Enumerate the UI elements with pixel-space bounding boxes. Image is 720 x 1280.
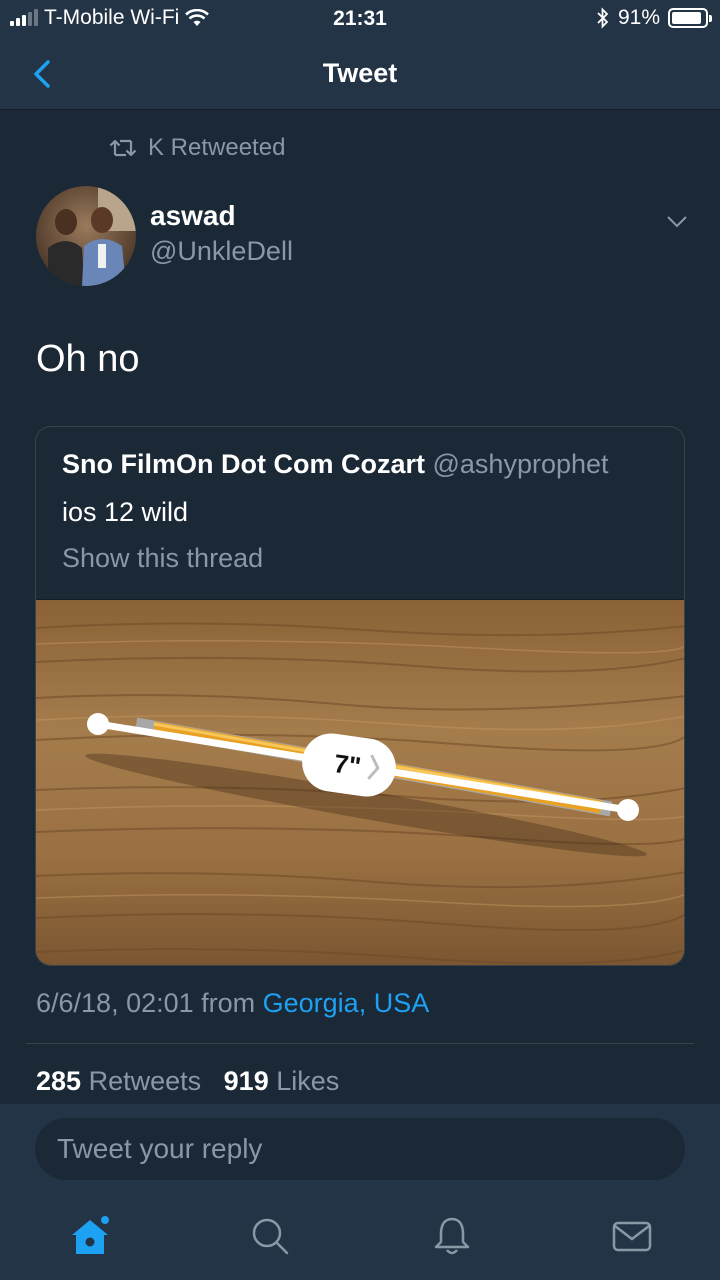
location-link[interactable]: Georgia, USA (263, 988, 430, 1018)
reply-box[interactable] (35, 1118, 685, 1180)
tweet-timestamp: 6/6/18, 02:01 from Georgia, USA (36, 988, 429, 1019)
mail-icon[interactable] (610, 1214, 654, 1258)
retweets-label: Retweets (88, 1066, 202, 1096)
quoted-media-image[interactable]: 7" (36, 599, 684, 965)
quoted-text: ios 12 wild (62, 497, 189, 527)
bell-icon[interactable] (430, 1214, 474, 1258)
nav-bar: Tweet (0, 40, 720, 110)
page-title: Tweet (322, 58, 398, 88)
show-thread-link[interactable]: Show this thread (62, 543, 263, 574)
retweets-count: 285 (36, 1066, 82, 1096)
battery-percent: 91% (617, 6, 660, 29)
home-icon[interactable] (68, 1214, 112, 1258)
quoted-author-name: Sno FilmOn Dot Com Cozart (62, 449, 425, 479)
likes-count: 919 (223, 1066, 269, 1096)
retweet-icon (109, 139, 137, 157)
reply-input[interactable] (35, 1118, 685, 1180)
measurement-label: 7" (332, 748, 363, 781)
avatar[interactable] (36, 186, 136, 286)
chevron-down-icon[interactable] (664, 208, 690, 234)
search-icon[interactable] (248, 1214, 292, 1258)
tweet-date: 6/6/18, 02:01 from (36, 988, 263, 1018)
retweets-stat[interactable]: 285 Retweets (36, 1066, 201, 1096)
status-bar: T-Mobile Wi-Fi 21:31 91% (0, 0, 720, 40)
quoted-author-handle: @ashyprophet (432, 449, 609, 479)
retweet-label: K Retweeted (148, 134, 286, 161)
bluetooth-icon (597, 7, 609, 29)
quoted-header: Sno FilmOn Dot Com Cozart @ashyprophet (62, 449, 609, 480)
likes-stat[interactable]: 919 Likes (224, 1066, 340, 1096)
battery-icon (668, 8, 712, 28)
tweet-stats: 285 Retweets 919 Likes (36, 1066, 339, 1097)
tweet-text: Oh no (36, 338, 140, 380)
status-right: 91% (596, 6, 712, 30)
retweet-context[interactable]: K Retweeted (108, 134, 285, 162)
author-name[interactable]: aswad (150, 200, 236, 232)
author-handle[interactable]: @UnkleDell (150, 236, 293, 267)
likes-label: Likes (276, 1066, 340, 1096)
quoted-tweet[interactable]: Sno FilmOn Dot Com Cozart @ashyprophet i… (35, 426, 685, 966)
bottom-area (0, 1104, 720, 1280)
divider (26, 1043, 694, 1044)
